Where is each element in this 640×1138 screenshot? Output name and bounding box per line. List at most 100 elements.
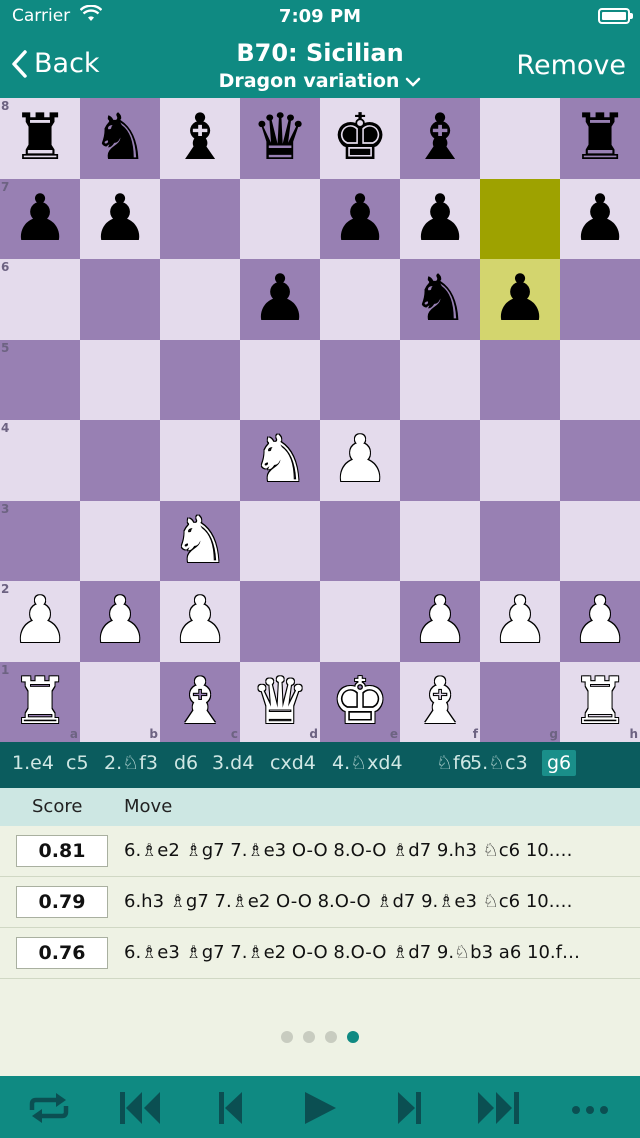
move-item[interactable]: 2.♘f3: [104, 752, 158, 774]
white-piece-b2[interactable]: ♟: [80, 581, 160, 661]
square-d5[interactable]: [240, 339, 320, 420]
square-c4[interactable]: [160, 420, 240, 501]
square-e3[interactable]: [320, 500, 400, 581]
square-f5[interactable]: [400, 339, 480, 420]
black-piece-c8[interactable]: ♝: [160, 98, 240, 178]
white-piece-c2[interactable]: ♟: [160, 581, 240, 661]
square-b2[interactable]: ♟: [80, 581, 160, 662]
play-button[interactable]: [296, 1090, 346, 1126]
square-a4[interactable]: 4: [0, 420, 80, 501]
square-b3[interactable]: [80, 500, 160, 581]
move-item[interactable]: d6: [174, 752, 198, 774]
next-move-button[interactable]: [384, 1090, 434, 1126]
move-item[interactable]: g6: [542, 750, 577, 776]
remove-button[interactable]: Remove: [516, 50, 626, 81]
engine-line[interactable]: 0.76 6.♗e3 ♗g7 7.♗e2 O-O 8.O-O ♗d7 9.♘b3 …: [0, 928, 640, 979]
move-item[interactable]: 4.♘xd4: [332, 752, 403, 774]
square-d7[interactable]: [240, 178, 320, 259]
black-piece-e7[interactable]: ♟: [320, 179, 400, 259]
page-dot[interactable]: [325, 1031, 337, 1043]
flip-board-button[interactable]: [24, 1090, 74, 1126]
square-f3[interactable]: [400, 500, 480, 581]
square-e1[interactable]: e ♚: [320, 661, 400, 742]
square-c5[interactable]: [160, 339, 240, 420]
last-move-button[interactable]: [474, 1090, 524, 1126]
black-piece-g6[interactable]: ♟: [480, 259, 560, 339]
square-h2[interactable]: ♟: [560, 581, 640, 662]
black-piece-e8[interactable]: ♚: [320, 98, 400, 178]
black-piece-a8[interactable]: ♜: [0, 98, 80, 178]
white-piece-c3[interactable]: ♞: [160, 501, 240, 581]
black-piece-h8[interactable]: ♜: [560, 98, 640, 178]
square-c6[interactable]: [160, 259, 240, 340]
square-g8[interactable]: [480, 98, 560, 179]
move-item[interactable]: 5.♘c3: [470, 752, 528, 774]
square-b5[interactable]: [80, 339, 160, 420]
move-item[interactable]: 1.e4: [12, 752, 54, 774]
move-list[interactable]: 1.e4 c5 2.♘f3 d6 3.d4 cxd4 4.♘xd4 ♘f6 5.♘c3 g6: [0, 742, 640, 788]
square-f1[interactable]: f ♝: [400, 661, 480, 742]
square-b1[interactable]: b: [80, 661, 160, 742]
page-indicator[interactable]: [0, 1028, 640, 1047]
first-move-button[interactable]: [116, 1090, 166, 1126]
square-c1[interactable]: c ♝: [160, 661, 240, 742]
square-f2[interactable]: ♟: [400, 581, 480, 662]
square-a5[interactable]: 5: [0, 339, 80, 420]
white-piece-f1[interactable]: ♝: [400, 662, 480, 742]
white-piece-d1[interactable]: ♛: [240, 662, 320, 742]
square-e6[interactable]: [320, 259, 400, 340]
black-piece-f7[interactable]: ♟: [400, 179, 480, 259]
engine-line[interactable]: 0.79 6.h3 ♗g7 7.♗e2 O-O 8.O-O ♗d7 9.♗e3 ♘…: [0, 877, 640, 928]
square-c3[interactable]: ♞: [160, 500, 240, 581]
square-h1[interactable]: h ♜: [560, 661, 640, 742]
square-c8[interactable]: ♝: [160, 98, 240, 179]
white-piece-h1[interactable]: ♜: [560, 662, 640, 742]
square-b4[interactable]: [80, 420, 160, 501]
black-piece-d6[interactable]: ♟: [240, 259, 320, 339]
square-g1[interactable]: g: [480, 661, 560, 742]
square-f7[interactable]: ♟: [400, 178, 480, 259]
engine-line[interactable]: 0.81 6.♗e2 ♗g7 7.♗e3 O-O 8.O-O ♗d7 9.h3 ♘…: [0, 826, 640, 877]
white-piece-e4[interactable]: ♟: [320, 420, 400, 500]
black-piece-a7[interactable]: ♟: [0, 179, 80, 259]
square-f4[interactable]: [400, 420, 480, 501]
page-dot[interactable]: [347, 1031, 359, 1043]
square-a7[interactable]: 7 ♟: [0, 178, 80, 259]
square-h3[interactable]: [560, 500, 640, 581]
square-e8[interactable]: ♚: [320, 98, 400, 179]
square-d8[interactable]: ♛: [240, 98, 320, 179]
square-d3[interactable]: [240, 500, 320, 581]
square-h4[interactable]: [560, 420, 640, 501]
square-h5[interactable]: [560, 339, 640, 420]
square-b7[interactable]: ♟: [80, 178, 160, 259]
black-piece-f8[interactable]: ♝: [400, 98, 480, 178]
black-piece-h7[interactable]: ♟: [560, 179, 640, 259]
previous-move-button[interactable]: [206, 1090, 256, 1126]
square-g3[interactable]: [480, 500, 560, 581]
square-b8[interactable]: ♞: [80, 98, 160, 179]
white-piece-g2[interactable]: ♟: [480, 581, 560, 661]
square-f8[interactable]: ♝: [400, 98, 480, 179]
square-e5[interactable]: [320, 339, 400, 420]
square-d1[interactable]: d ♛: [240, 661, 320, 742]
white-piece-a1[interactable]: ♜: [0, 662, 80, 742]
square-c2[interactable]: ♟: [160, 581, 240, 662]
move-item[interactable]: 3.d4: [212, 752, 254, 774]
square-g6[interactable]: ♟: [480, 259, 560, 340]
square-h7[interactable]: ♟: [560, 178, 640, 259]
white-piece-h2[interactable]: ♟: [560, 581, 640, 661]
black-piece-f6[interactable]: ♞: [400, 259, 480, 339]
square-h8[interactable]: ♜: [560, 98, 640, 179]
square-a3[interactable]: 3: [0, 500, 80, 581]
chess-board[interactable]: 8 ♜ ♞ ♝ ♛ ♚ ♝ ♜ 7 ♟ ♟ ♟ ♟ ♟ 6 ♟ ♞ ♟ 5 4 ♞ ♟ 3 ♞ 2 ♟ ♟ ♟ ♟ ♟ ♟ 1 a ♜ b c ♝ d ♛ e…: [0, 98, 640, 742]
square-e7[interactable]: ♟: [320, 178, 400, 259]
page-dot[interactable]: [303, 1031, 315, 1043]
square-a2[interactable]: 2 ♟: [0, 581, 80, 662]
move-item[interactable]: c5: [66, 752, 89, 774]
move-item[interactable]: cxd4: [270, 752, 316, 774]
white-piece-d4[interactable]: ♞: [240, 420, 320, 500]
white-piece-f2[interactable]: ♟: [400, 581, 480, 661]
square-b6[interactable]: [80, 259, 160, 340]
square-a1[interactable]: 1 a ♜: [0, 661, 80, 742]
square-g5[interactable]: [480, 339, 560, 420]
